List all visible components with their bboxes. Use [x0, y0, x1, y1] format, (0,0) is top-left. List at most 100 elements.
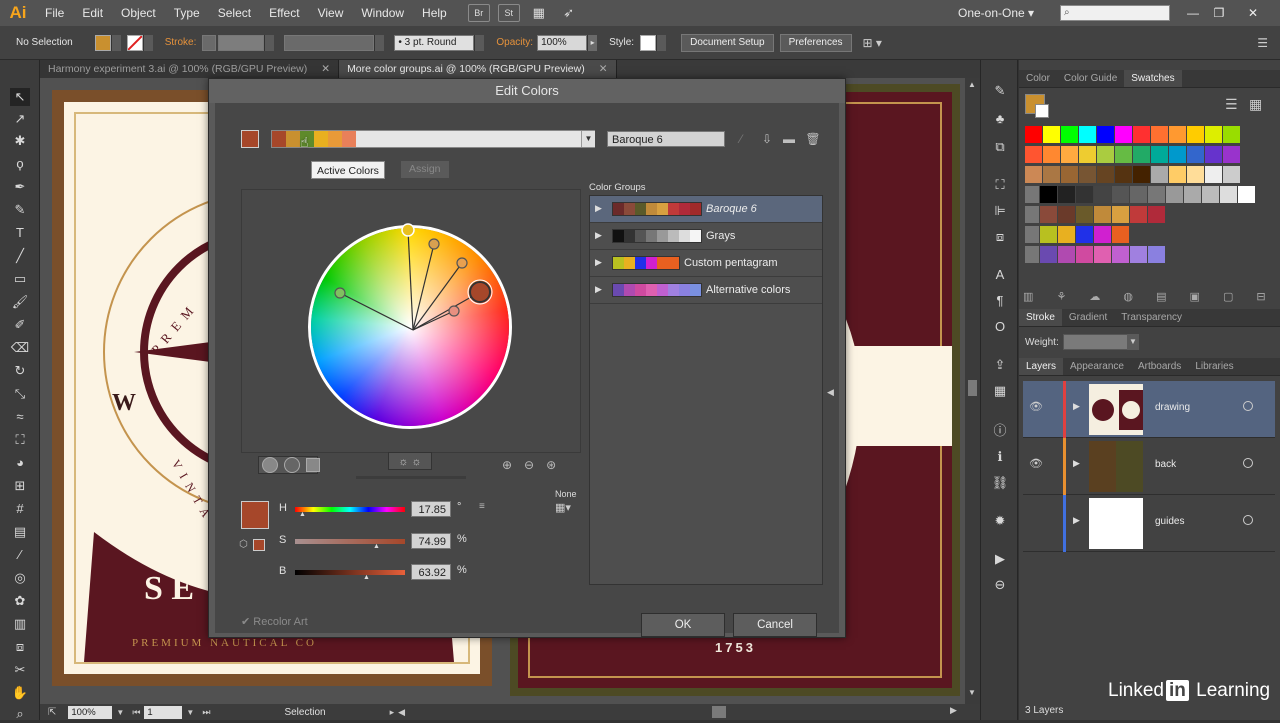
tab-appearance[interactable]: Appearance	[1063, 358, 1131, 375]
swatch[interactable]	[1169, 126, 1186, 143]
color-reduction-icon[interactable]: ▦▾	[555, 501, 571, 514]
swatch[interactable]	[1115, 146, 1132, 163]
lasso-tool-icon[interactable]: ϙ	[10, 155, 30, 173]
swatch[interactable]	[1076, 206, 1093, 223]
current-color-swatch[interactable]	[241, 130, 259, 148]
swatch[interactable]	[1061, 126, 1078, 143]
menu-help[interactable]: Help	[413, 0, 456, 26]
stroke-weight-dropdown[interactable]	[264, 34, 275, 51]
bridge-button[interactable]: Br	[467, 4, 490, 22]
add-remove-color-icons[interactable]: ⊕⊖⊛	[502, 458, 568, 472]
opacity-field[interactable]: 100%	[537, 34, 588, 51]
expand-layer-icon[interactable]: ▶	[1073, 401, 1080, 412]
gradient-tool-icon[interactable]: ▤	[10, 523, 30, 541]
brightness-value-slider[interactable]	[295, 570, 405, 575]
swatch[interactable]	[1115, 126, 1132, 143]
thumbnail-view-icon[interactable]: ▦	[1249, 96, 1262, 113]
swatch[interactable]	[1205, 126, 1222, 143]
color-marker-1[interactable]	[401, 223, 415, 237]
swatch[interactable]	[1058, 206, 1075, 223]
swatch[interactable]	[1061, 146, 1078, 163]
swatch[interactable]	[1040, 186, 1057, 203]
swatch[interactable]	[1112, 246, 1129, 263]
smooth-wheel-icon[interactable]	[262, 457, 278, 473]
close-tab-icon[interactable]: ✕	[599, 63, 608, 75]
ok-button[interactable]: OK	[641, 613, 725, 637]
active-color-1[interactable]	[272, 131, 286, 147]
zoom-tool-icon[interactable]: ⌕	[10, 705, 30, 723]
swatch[interactable]	[1130, 246, 1147, 263]
swatch[interactable]	[1112, 206, 1129, 223]
fill-dropdown[interactable]	[110, 34, 121, 51]
swatch[interactable]	[1115, 166, 1132, 183]
menu-type[interactable]: Type	[165, 0, 209, 26]
hand-tool-icon[interactable]: ✋	[10, 684, 30, 702]
document-setup-button[interactable]: Document Setup	[681, 33, 774, 52]
swatch[interactable]	[1040, 206, 1057, 223]
hue-slider-thumb-icon[interactable]: ▲	[299, 511, 306, 518]
zoom-field[interactable]: 100%	[68, 705, 113, 719]
align-panel-icon[interactable]: ⊫	[990, 202, 1010, 220]
workspace-switcher[interactable]: One-on-One ▾	[958, 0, 1034, 26]
status-menu-icon[interactable]: ▸	[390, 707, 395, 718]
tab-artboards[interactable]: Artboards	[1131, 358, 1188, 375]
transform-icon[interactable]: ⛶	[990, 176, 1010, 194]
expand-group-icon[interactable]: ▶	[595, 257, 602, 268]
scroll-down-icon[interactable]: ▼	[968, 688, 976, 697]
swatch[interactable]	[1094, 246, 1111, 263]
layer-target-icon[interactable]	[1243, 458, 1253, 468]
blob-brush-tool-icon[interactable]: ✐	[10, 316, 30, 334]
hsb-menu-icon[interactable]: ≡	[479, 501, 485, 512]
swatch[interactable]	[1151, 166, 1168, 183]
swatch[interactable]	[1112, 226, 1129, 243]
eraser-tool-icon[interactable]: ⌫	[10, 339, 30, 357]
asset-export-icon[interactable]: ⇪	[990, 356, 1010, 374]
swatch[interactable]	[1097, 166, 1114, 183]
selection-tool-icon[interactable]: ↖	[10, 88, 30, 106]
fill-swatch[interactable]	[94, 34, 111, 51]
color-marker-2[interactable]	[428, 238, 440, 250]
swatch[interactable]	[1130, 186, 1147, 203]
swatch[interactable]	[1040, 246, 1057, 263]
color-group-dropdown-icon[interactable]: ▼	[581, 131, 595, 147]
visibility-eye-icon[interactable]: 👁	[1029, 400, 1043, 413]
character-icon[interactable]: A	[990, 266, 1010, 284]
color-group-row[interactable]: ▶ Grays	[590, 223, 822, 250]
swatch[interactable]	[1076, 246, 1093, 263]
rectangle-tool-icon[interactable]: ▭	[10, 270, 30, 288]
stroke-none-swatch[interactable]	[126, 34, 143, 51]
stroke-weight-stepper[interactable]	[202, 34, 217, 51]
list-view-icon[interactable]: ☰	[1225, 96, 1238, 113]
swatch[interactable]	[1094, 226, 1111, 243]
menu-window[interactable]: Window	[352, 0, 413, 26]
actions-icon[interactable]: ▶	[990, 550, 1010, 568]
brush-definition[interactable]: • 3 pt. Round	[394, 34, 475, 51]
first-artboard-icon[interactable]: ⏮	[132, 707, 140, 718]
panel-menu-icon[interactable]: ☰	[1257, 36, 1268, 50]
swatch[interactable]	[1187, 166, 1204, 183]
swatch[interactable]	[1043, 146, 1060, 163]
search-input[interactable]: ⌕	[1060, 5, 1170, 21]
swatch[interactable]	[1205, 146, 1222, 163]
swatch[interactable]	[1076, 186, 1093, 203]
swatch[interactable]	[1169, 166, 1186, 183]
active-color-4[interactable]	[314, 131, 328, 147]
swatch[interactable]	[1238, 186, 1255, 203]
swatch[interactable]	[1202, 186, 1219, 203]
swatch[interactable]	[1148, 186, 1165, 203]
swatch[interactable]	[1151, 146, 1168, 163]
perspective-grid-tool-icon[interactable]: ⊞	[10, 477, 30, 495]
expand-group-icon[interactable]: ▶	[595, 284, 602, 295]
color-group-row[interactable]: ▶ Baroque 6	[590, 196, 822, 223]
swatch-actions-icon[interactable]: ▥ ⚘ ☁ ◍ ▤ ▣ ▢ ⊟	[1023, 290, 1277, 306]
color-marker-5[interactable]	[334, 287, 346, 299]
saturation-field[interactable]: 74.99	[411, 533, 451, 549]
tab-gradient[interactable]: Gradient	[1062, 309, 1114, 326]
restore-icon[interactable]: ❐	[1206, 0, 1232, 26]
artboard-dropdown-icon[interactable]: ▼	[186, 708, 194, 717]
tab-transparency[interactable]: Transparency	[1114, 309, 1189, 326]
swatch[interactable]	[1133, 166, 1150, 183]
eyedropper-tool-icon[interactable]: ⁄	[10, 546, 30, 564]
links-icon[interactable]: ⛓	[990, 474, 1010, 492]
slice-tool-icon[interactable]: ✂	[10, 661, 30, 679]
